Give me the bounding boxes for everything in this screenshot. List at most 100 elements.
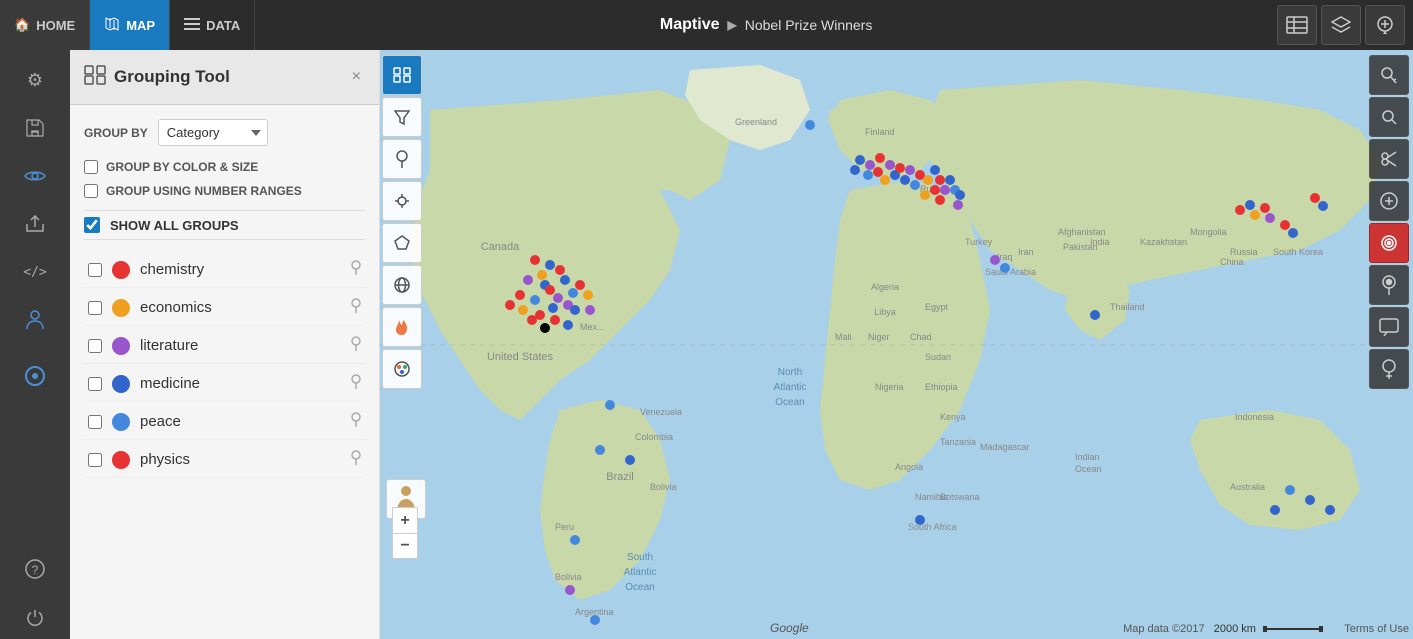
color-size-checkbox[interactable] — [84, 160, 98, 174]
panel-title: Grouping Tool — [114, 67, 340, 87]
svg-text:Atlantic: Atlantic — [774, 382, 807, 393]
top-nav: 🏠 HOME MAP DATA Maptive ▶ Nobel Prize Wi… — [0, 0, 1413, 50]
map-left-toolbar — [382, 55, 426, 389]
category-pin-medicine[interactable] — [351, 374, 361, 393]
svg-text:Canada: Canada — [481, 241, 520, 253]
category-pin-literature[interactable] — [351, 336, 361, 355]
data-button[interactable]: DATA — [170, 0, 255, 50]
code-icon-button[interactable]: </> — [13, 250, 57, 294]
category-checkbox-economics[interactable] — [88, 301, 102, 315]
grouping-tool-button[interactable] — [382, 55, 422, 95]
terms-link[interactable]: Terms of Use — [1344, 623, 1409, 635]
map-area[interactable]: Canada United States Mex... Brazil Peru … — [380, 50, 1413, 639]
show-all-checkbox[interactable] — [84, 217, 100, 233]
svg-text:Peru: Peru — [555, 522, 574, 532]
svg-text:North: North — [778, 367, 802, 378]
category-pin-physics[interactable] — [351, 450, 361, 469]
pin-right-button[interactable] — [1369, 265, 1409, 305]
svg-text:India: India — [1090, 237, 1110, 247]
category-checkbox-physics[interactable] — [88, 453, 102, 467]
category-dot-literature — [112, 337, 130, 355]
search-right-button[interactable] — [1369, 97, 1409, 137]
map-button[interactable]: MAP — [90, 0, 170, 50]
category-name-economics: economics — [140, 299, 341, 316]
svg-text:Botswana: Botswana — [940, 492, 980, 502]
share-icon-button[interactable] — [13, 202, 57, 246]
home-button[interactable]: 🏠 HOME — [0, 0, 90, 50]
category-checkbox-literature[interactable] — [88, 339, 102, 353]
category-checkbox-medicine[interactable] — [88, 377, 102, 391]
app-title: Maptive — [660, 16, 720, 34]
scissors-right-button[interactable] — [1369, 139, 1409, 179]
number-ranges-checkbox[interactable] — [84, 184, 98, 198]
svg-text:Libya: Libya — [874, 307, 896, 317]
svg-text:Australia: Australia — [1230, 482, 1265, 492]
heat-tool-button[interactable] — [382, 307, 422, 347]
svg-text:?: ? — [32, 563, 39, 577]
category-item-economics: economics — [84, 290, 365, 326]
svg-text:Thailand: Thailand — [1110, 302, 1145, 312]
svg-text:Kazakhstan: Kazakhstan — [1140, 237, 1187, 247]
palette-tool-button[interactable] — [382, 349, 422, 389]
add-marker-button[interactable] — [1365, 5, 1405, 45]
svg-text:Tanzania: Tanzania — [940, 437, 976, 447]
eye-icon-button[interactable] — [13, 154, 57, 198]
svg-text:Mongolia: Mongolia — [1190, 227, 1227, 237]
polygon-tool-button[interactable] — [382, 223, 422, 263]
marker-tool-button[interactable] — [382, 181, 422, 221]
category-name-medicine: medicine — [140, 375, 341, 392]
group-by-label: GROUP BY — [84, 126, 148, 140]
data-icon — [184, 18, 200, 33]
filter-tool-button[interactable] — [382, 97, 422, 137]
svg-text:Greenland: Greenland — [735, 117, 777, 127]
svg-text:Ocean: Ocean — [775, 397, 804, 408]
svg-text:Bolivia: Bolivia — [650, 482, 677, 492]
svg-text:Indian: Indian — [1075, 452, 1100, 462]
category-list: chemistryeconomicsliteraturemedicinepeac… — [84, 252, 365, 478]
key-right-button[interactable] — [1369, 55, 1409, 95]
svg-text:South Korea: South Korea — [1273, 247, 1323, 257]
svg-text:Egypt: Egypt — [925, 302, 949, 312]
save-icon-button[interactable] — [13, 106, 57, 150]
add-right-button[interactable] — [1369, 349, 1409, 389]
left-sidebar: ⚙ </> ? — [0, 50, 70, 639]
scale-label: 2000 km — [1214, 623, 1256, 635]
category-pin-peace[interactable] — [351, 412, 361, 431]
chat-right-button[interactable] — [1369, 307, 1409, 347]
svg-text:Turkey: Turkey — [965, 237, 993, 247]
zoom-in-button[interactable]: + — [392, 507, 418, 533]
group-by-select[interactable]: Category — [158, 119, 268, 146]
category-pin-chemistry[interactable] — [351, 260, 361, 279]
power-icon-button[interactable] — [13, 595, 57, 639]
grouping-tool-icon — [84, 65, 106, 90]
map-nav-icon — [104, 16, 120, 35]
svg-text:Indonesia: Indonesia — [1235, 412, 1274, 422]
target-right-button[interactable] — [1369, 223, 1409, 263]
layers-button[interactable] — [1321, 5, 1361, 45]
terms-label[interactable]: Terms of Use — [1344, 623, 1409, 635]
category-checkbox-peace[interactable] — [88, 415, 102, 429]
category-pin-economics[interactable] — [351, 298, 361, 317]
category-item-medicine: medicine — [84, 366, 365, 402]
pin-tool-button[interactable] — [382, 139, 422, 179]
group-by-row: GROUP BY Category — [84, 119, 365, 146]
circle-icon-button[interactable] — [13, 354, 57, 398]
plus-circle-right-button[interactable] — [1369, 181, 1409, 221]
category-item-chemistry: chemistry — [84, 252, 365, 288]
category-item-physics: physics — [84, 442, 365, 478]
category-item-literature: literature — [84, 328, 365, 364]
svg-text:Ocean: Ocean — [1075, 464, 1102, 474]
svg-text:China: China — [1220, 257, 1244, 267]
help-icon-button[interactable]: ? — [13, 547, 57, 591]
map-view-button[interactable] — [1277, 5, 1317, 45]
category-dot-economics — [112, 299, 130, 317]
gear-icon-button[interactable]: ⚙ — [13, 58, 57, 102]
nav-center: Maptive ▶ Nobel Prize Winners — [255, 16, 1277, 34]
svg-text:United States: United States — [487, 351, 554, 363]
category-checkbox-chemistry[interactable] — [88, 263, 102, 277]
panel-close-button[interactable]: × — [348, 64, 365, 90]
zoom-controls: + − — [392, 507, 418, 559]
person-icon-button[interactable] — [13, 298, 57, 342]
zoom-out-button[interactable]: − — [392, 533, 418, 559]
globe-tool-button[interactable] — [382, 265, 422, 305]
